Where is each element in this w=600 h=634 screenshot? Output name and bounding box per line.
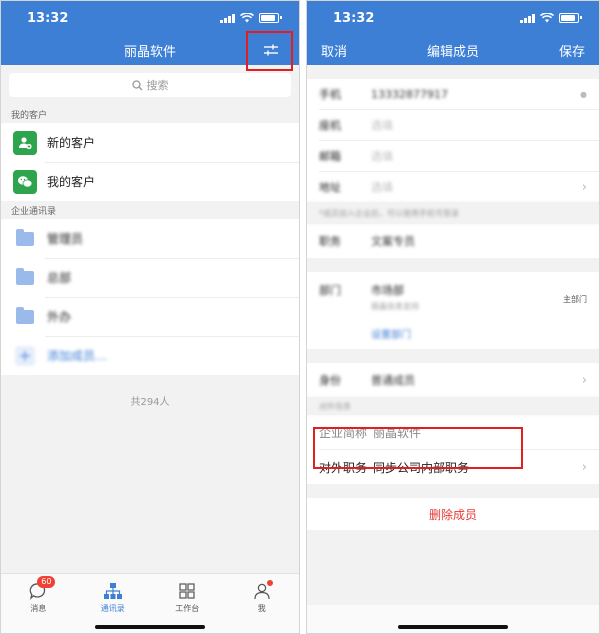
tab-messages[interactable]: 60 消息 [1,574,76,633]
field-label: 座机 [319,119,341,132]
list-item-department[interactable]: 管理员 [1,219,299,258]
contacts-screen: 13:32 丽晶软件 搜索 我的客户 新的客户 我的客户 企业通讯录 管理员 总… [0,0,300,634]
landline-field[interactable]: 座机 选填 [307,110,599,140]
department-value: 市场部 [371,284,404,297]
field-label: 邮箱 [319,150,341,163]
address-field[interactable]: 地址 选填 › [307,172,599,202]
folder-icon [16,306,34,324]
wifi-icon [540,13,554,23]
spacer [307,484,599,498]
battery-icon [559,13,582,23]
field-label: 部门 [319,284,341,297]
list-item-label: 我的客户 [47,175,96,189]
plus-icon: + [15,345,35,366]
field-label: 手机 [319,88,341,101]
status-time: 13:32 [333,10,375,26]
signal-icon [520,13,535,23]
list-item-new-customer[interactable]: 新的客户 [1,123,299,162]
field-label: 地址 [319,181,341,194]
field-value: 选填 [371,181,393,194]
battery-icon [259,13,282,23]
home-indicator [95,625,205,629]
notification-dot [266,580,273,586]
status-icons [520,13,582,23]
tab-label: 我 [257,604,266,613]
highlight-box [246,31,293,71]
bottom-area [307,605,599,633]
tab-label: 通讯录 [100,604,125,613]
add-member-button[interactable]: + 添加成员… [1,336,299,375]
home-indicator [398,625,508,629]
section-header-directory: 企业通讯录 [1,201,299,219]
search-input[interactable]: 搜索 [9,73,291,97]
department-card: 部门 市场部 主部门 丽晶信息支持 设置部门 [307,272,599,349]
field-value: 选填 [371,119,393,132]
search-placeholder: 搜索 [146,79,169,92]
signal-icon [220,13,235,23]
contacts-icon [102,582,124,600]
field-label: 身份 [319,374,341,387]
list-item-label: 新的客户 [47,136,96,150]
unread-badge: 60 [37,576,56,588]
list-item-label: 总部 [47,271,72,285]
external-info-header: 对外信息 [307,397,599,415]
add-customer-icon [13,130,37,155]
add-member-label: 添加成员… [47,349,108,363]
nav-bar: 取消 编辑成员 保存 [307,35,599,65]
status-time: 13:32 [27,10,69,26]
message-icon: 60 [27,576,56,600]
chevron-right-icon: › [581,459,587,475]
folder-icon [16,267,34,285]
dot-icon: ● [580,89,587,99]
list-item-label: 外办 [47,310,72,324]
email-field[interactable]: 邮箱 选填 [307,141,599,171]
field-value: 13332877917 [371,87,448,101]
list-item-department[interactable]: 总部 [1,258,299,297]
phone-field[interactable]: 手机 13332877917 ● [307,79,599,109]
status-bar: 13:32 [1,1,299,35]
set-department-button[interactable]: 设置部门 [319,326,587,341]
profile-icon [251,580,273,600]
status-bar: 13:32 [307,1,599,35]
list-item-my-customers[interactable]: 我的客户 [1,162,299,201]
wechat-icon [13,169,37,194]
wifi-icon [240,13,254,23]
save-button[interactable]: 保存 [559,35,585,65]
edit-member-screen: 13:32 取消 编辑成员 保存 手机 13332877917 ● 座机 选填 … [306,0,600,634]
field-value: 普通成员 [371,374,415,387]
field-value: 文案专员 [371,235,415,248]
section-header-customers: 我的客户 [1,105,299,123]
contact-info-card: 手机 13332877917 ● 座机 选填 邮箱 选填 地址 选填 › [307,79,599,202]
chevron-right-icon: › [581,179,587,195]
spacer [307,65,599,79]
position-card: 职务 文案专员 [307,224,599,258]
tab-me[interactable]: 我 [225,574,300,633]
tab-bar: 60 消息 通讯录 工作台 我 [1,573,299,633]
chevron-right-icon: › [581,372,587,388]
hint-text: *成员加入企业后，可以使用手机号登录 [307,202,599,224]
tab-label: 工作台 [175,604,200,613]
field-value: 选填 [371,150,393,163]
page-title: 编辑成员 [426,44,479,60]
spacer [307,258,599,272]
folder-icon [16,228,34,246]
delete-member-button[interactable]: 删除成员 [307,498,599,530]
cancel-button[interactable]: 取消 [321,35,347,65]
search-area: 搜索 [1,65,299,105]
total-member-count: 共294人 [130,397,170,408]
identity-field[interactable]: 身份 普通成员 › [307,363,599,397]
identity-card: 身份 普通成员 › [307,363,599,397]
page-title: 丽晶软件 [123,44,176,60]
spacer [307,349,599,363]
status-icons [220,13,282,23]
list-item-department[interactable]: 外办 [1,297,299,336]
department-sub: 丽晶信息支持 [371,302,419,311]
highlight-box [313,427,523,469]
list-item-label: 管理员 [47,232,84,246]
search-icon [131,79,142,90]
workbench-icon [176,582,198,600]
tab-label: 消息 [30,604,47,613]
position-field[interactable]: 职务 文案专员 [307,224,599,258]
field-label: 职务 [319,235,341,248]
